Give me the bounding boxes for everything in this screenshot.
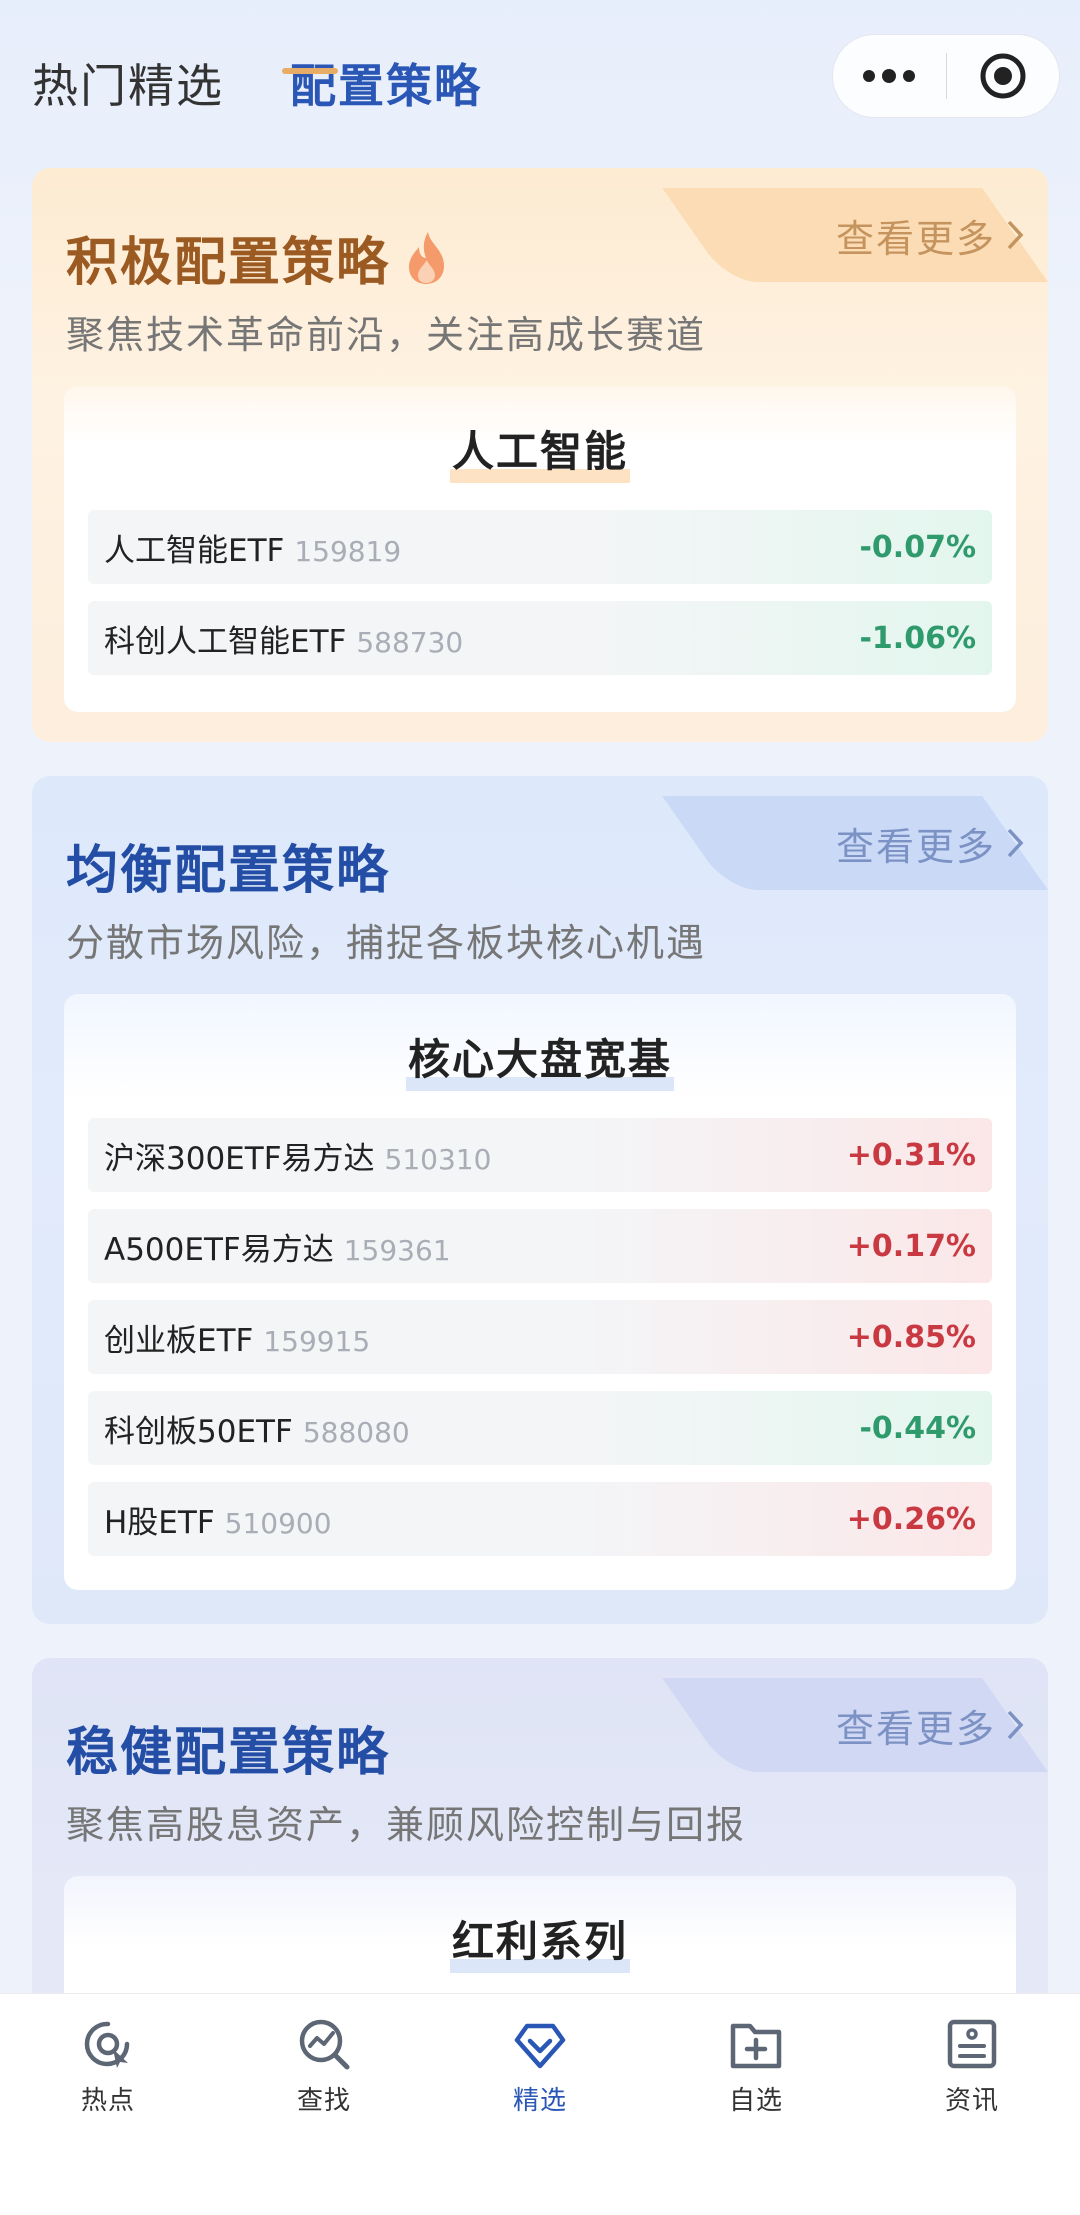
tab-allocation-strategy[interactable]: 配置策略 xyxy=(290,50,482,116)
strategy-title: 稳健配置策略 xyxy=(66,1710,390,1785)
strategy-subtitle: 聚焦技术革命前沿，关注高成长赛道 xyxy=(66,313,707,357)
view-more-button[interactable]: 查看更多 xyxy=(728,188,1048,282)
fund-group: 人工智能 人工智能ETF 159819 -0.07% 科创人工智能ETF 58873… xyxy=(64,386,1016,712)
tabbar-label: 资讯 xyxy=(944,2086,999,2116)
fund-name: A500ETF易方达 xyxy=(104,1231,334,1268)
top-tabs: 热门精选 配置策略 xyxy=(32,50,482,116)
tabbar-label: 查找 xyxy=(296,2086,351,2116)
strategy-title: 均衡配置策略 xyxy=(66,828,390,903)
view-more-button[interactable]: 查看更多 xyxy=(728,796,1048,890)
fund-change: +0.26% xyxy=(846,1501,976,1537)
fund-code: 159915 xyxy=(263,1324,371,1358)
fire-icon xyxy=(409,231,445,284)
tabbar-item-hot[interactable]: 热点 xyxy=(0,1994,216,2215)
strategy-title-text: 稳健配置策略 xyxy=(66,1723,391,1783)
strategy-title-text: 积极配置策略 xyxy=(66,233,391,293)
group-title: 人工智能 xyxy=(64,418,1016,483)
fund-code: 159819 xyxy=(294,534,402,568)
active-tab-indicator xyxy=(282,68,338,74)
fund-code: 159361 xyxy=(343,1233,451,1267)
view-more-button[interactable]: 查看更多 xyxy=(728,1678,1048,1772)
fund-change: +0.31% xyxy=(846,1137,976,1173)
strategy-title: 积极配置策略 xyxy=(66,220,450,295)
tabbar-label: 自选 xyxy=(728,2086,783,2116)
fund-row[interactable]: 科创人工智能ETF 588730 -1.06% xyxy=(88,601,992,675)
strategy-subtitle: 聚焦高股息资产，兼顾风险控制与回报 xyxy=(66,1803,747,1847)
fund-change: -0.07% xyxy=(859,529,976,565)
fund-name: 科创板50ETF xyxy=(104,1413,293,1450)
chevron-right-icon xyxy=(1007,220,1024,250)
fund-row[interactable]: 科创板50ETF 588080 -0.44% xyxy=(88,1391,992,1465)
mini-program-close-icon[interactable] xyxy=(946,34,1059,118)
hot-icon xyxy=(84,2021,130,2068)
group-title-text: 人工智能 xyxy=(449,418,631,483)
fund-group: 核心大盘宽基 沪深300ETF易方达 510310 +0.31% A500ETF易… xyxy=(64,994,1016,1590)
fund-code: 588080 xyxy=(302,1415,410,1449)
fund-code: 588730 xyxy=(356,625,464,659)
tabbar-label: 精选 xyxy=(512,2086,567,2116)
fund-row[interactable]: A500ETF易方达 159361 +0.17% xyxy=(88,1209,992,1283)
fund-name: 科创人工智能ETF xyxy=(104,623,347,660)
tabbar-item-search[interactable]: 查找 xyxy=(216,1994,432,2215)
tabbar-label: 热点 xyxy=(80,2086,135,2116)
strategy-subtitle: 分散市场风险，捕捉各板块核心机遇 xyxy=(66,921,707,965)
fund-code: 510310 xyxy=(384,1142,492,1176)
mini-program-capsule xyxy=(832,34,1060,118)
strategy-card-balanced: 查看更多 均衡配置策略 分散市场风险，捕捉各板块核心机遇 核心大盘宽基 沪深30… xyxy=(32,776,1048,1624)
view-more-label: 查看更多 xyxy=(835,824,996,869)
group-title: 红利系列 xyxy=(64,1908,1016,1973)
tabbar-item-watchlist[interactable]: 自选 xyxy=(648,1994,864,2215)
fund-code: 510900 xyxy=(224,1506,332,1540)
fund-name: 人工智能ETF xyxy=(104,532,285,569)
fund-row[interactable]: 沪深300ETF易方达 510310 +0.31% xyxy=(88,1118,992,1192)
fund-name: H股ETF xyxy=(104,1504,215,1541)
group-title-text: 核心大盘宽基 xyxy=(405,1026,675,1091)
diamond-heart-icon xyxy=(514,2023,566,2069)
tabbar-item-featured[interactable]: 精选 xyxy=(432,1994,648,2215)
chevron-right-icon xyxy=(1007,828,1024,858)
chevron-right-icon xyxy=(1007,1710,1024,1740)
view-more-label: 查看更多 xyxy=(835,1706,996,1751)
fund-change: +0.85% xyxy=(846,1319,976,1355)
news-icon xyxy=(947,2019,997,2069)
view-more-label: 查看更多 xyxy=(835,216,996,261)
group-title-text: 红利系列 xyxy=(449,1908,631,1973)
fund-row[interactable]: H股ETF 510900 +0.26% xyxy=(88,1482,992,1556)
strategy-title-text: 均衡配置策略 xyxy=(66,841,391,901)
fund-change: +0.17% xyxy=(846,1228,976,1264)
fund-name: 沪深300ETF易方达 xyxy=(104,1140,375,1177)
tab-hot-picks[interactable]: 热门精选 xyxy=(32,50,224,116)
fund-row[interactable]: 人工智能ETF 159819 -0.07% xyxy=(88,510,992,584)
search-chart-icon xyxy=(299,2019,350,2070)
bottom-tab-bar: 热点 查找 精选 自选 资讯 xyxy=(0,1993,1080,2215)
strategy-card-aggressive: 查看更多 积极配置策略 聚焦技术革命前沿，关注高成长赛道 人工智能 人工智能ET… xyxy=(32,168,1048,742)
group-title: 核心大盘宽基 xyxy=(64,1026,1016,1091)
fund-name: 创业板ETF xyxy=(104,1322,254,1359)
fund-row[interactable]: 创业板ETF 159915 +0.85% xyxy=(88,1300,992,1374)
more-dots-icon[interactable] xyxy=(833,34,946,118)
fund-change: -0.44% xyxy=(859,1410,976,1446)
tabbar-item-news[interactable]: 资讯 xyxy=(864,1994,1080,2215)
folder-add-icon xyxy=(730,2023,782,2069)
fund-change: -1.06% xyxy=(859,620,976,656)
